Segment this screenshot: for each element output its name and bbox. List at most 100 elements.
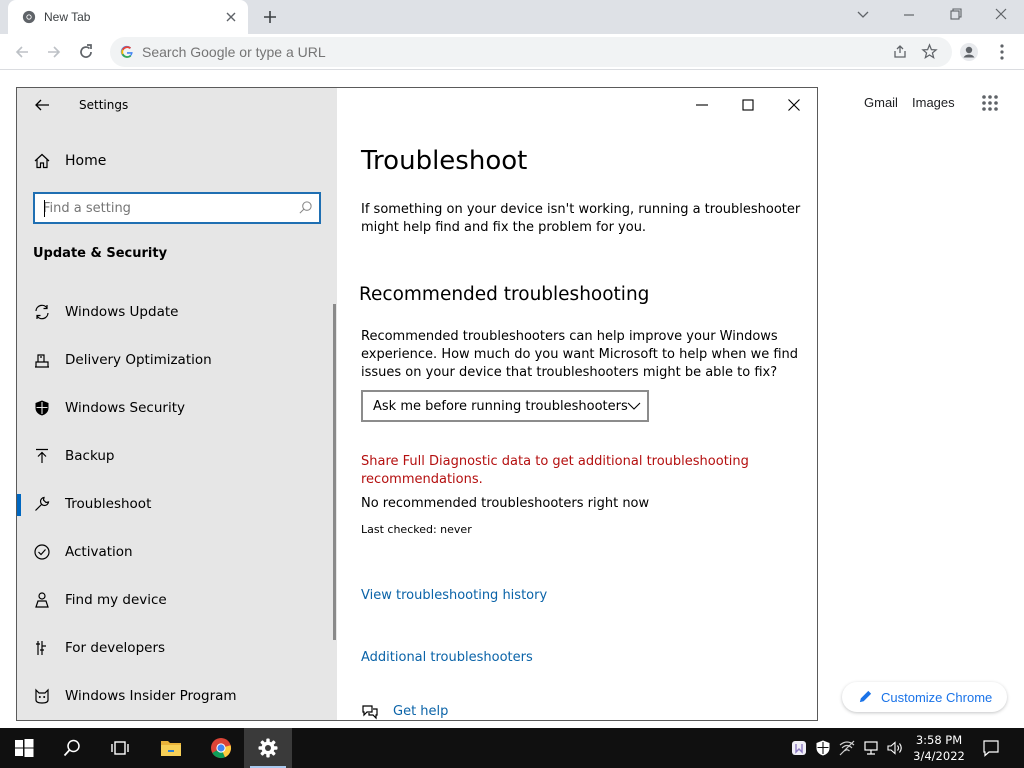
find-setting-input[interactable]	[43, 199, 283, 217]
troubleshoot-preference-dropdown[interactable]: Ask me before running troubleshooters	[361, 390, 649, 422]
settings-taskbar-button[interactable]	[244, 728, 292, 768]
network-icon[interactable]	[862, 739, 880, 757]
find-setting-search-box[interactable]	[33, 192, 321, 224]
tray-app-icon[interactable]	[790, 739, 808, 757]
restore-icon[interactable]	[944, 6, 966, 24]
selection-indicator	[17, 494, 21, 516]
dropdown-selected-value: Ask me before running troubleshooters	[373, 399, 628, 414]
insider-cat-icon	[35, 688, 49, 704]
chevron-down-icon	[627, 402, 641, 410]
folder-icon	[161, 741, 181, 756]
volume-icon[interactable]	[886, 739, 904, 757]
sidebar-item-label: For developers	[65, 640, 166, 656]
minimize-icon[interactable]	[693, 96, 711, 114]
additional-troubleshooters-link[interactable]: Additional troubleshooters	[361, 650, 533, 665]
taskbar-search-button[interactable]	[48, 728, 96, 768]
sidebar-item-windows-update[interactable]: Windows Update	[17, 293, 333, 333]
delivery-icon	[35, 354, 49, 368]
sidebar-item-label: Activation	[65, 544, 133, 560]
settings-window: Settings Home Update & Security	[16, 87, 818, 721]
app-title: Settings	[79, 98, 129, 112]
network-disabled-icon[interactable]	[838, 739, 856, 757]
sidebar-item-windows-security[interactable]: Windows Security	[17, 389, 333, 429]
sidebar-item-label: Windows Update	[65, 304, 179, 320]
forward-arrow-icon[interactable]	[44, 42, 64, 62]
windows-taskbar: 3:58 PM 3/4/2022	[0, 728, 1024, 768]
omnibox-input[interactable]	[142, 42, 862, 62]
notification-center-icon[interactable]	[982, 739, 1000, 757]
start-button[interactable]	[0, 728, 48, 768]
check-circle-icon	[34, 544, 50, 560]
chrome-menu-icon[interactable]	[992, 42, 1012, 62]
share-icon[interactable]	[892, 44, 908, 60]
profile-avatar-icon[interactable]	[959, 42, 979, 62]
home-icon	[34, 153, 50, 169]
back-arrow-icon[interactable]	[12, 42, 32, 62]
sidebar-item-label: Windows Insider Program	[65, 688, 237, 704]
gmail-link[interactable]: Gmail	[864, 95, 898, 110]
close-icon[interactable]	[785, 96, 803, 114]
sidebar-item-label: Backup	[65, 448, 115, 464]
sidebar-item-troubleshoot[interactable]: Troubleshoot	[17, 485, 333, 525]
reload-icon[interactable]	[76, 42, 96, 62]
tab-title: New Tab	[44, 10, 91, 24]
maximize-icon[interactable]	[739, 96, 757, 114]
omnibox[interactable]	[110, 37, 952, 67]
sidebar-item-label: Delivery Optimization	[65, 352, 212, 368]
google-apps-grid-icon[interactable]	[981, 94, 999, 112]
chrome-logo-icon	[211, 738, 232, 759]
images-link[interactable]: Images	[912, 95, 955, 110]
page-title: Troubleshoot	[361, 146, 528, 176]
backup-arrow-icon	[36, 448, 48, 463]
shield-icon	[35, 400, 49, 416]
file-explorer-button[interactable]	[146, 728, 194, 768]
sidebar-item-label: Find my device	[65, 592, 167, 608]
google-g-icon	[120, 45, 133, 58]
diagnostic-data-warning[interactable]: Share Full Diagnostic data to get additi…	[361, 453, 801, 489]
home-label: Home	[65, 153, 107, 169]
wrench-icon	[35, 496, 50, 511]
chrome-favicon-icon	[22, 10, 36, 24]
intro-text: If something on your device isn't workin…	[361, 202, 801, 235]
search-icon[interactable]	[298, 200, 313, 215]
security-shield-icon[interactable]	[814, 739, 832, 757]
browser-toolbar	[0, 34, 1024, 70]
text-caret	[44, 200, 45, 217]
person-location-icon	[35, 592, 49, 608]
sidebar-item-backup[interactable]: Backup	[17, 437, 333, 477]
back-arrow-icon[interactable]	[33, 96, 51, 114]
sidebar-scrollbar[interactable]	[333, 304, 336, 640]
windows-logo-icon	[15, 739, 34, 757]
settings-sidebar: Settings Home Update & Security	[17, 88, 337, 720]
view-history-link[interactable]: View troubleshooting history	[361, 588, 547, 603]
sidebar-item-for-developers[interactable]: For developers	[17, 629, 333, 669]
sync-icon	[35, 304, 49, 320]
minimize-icon[interactable]	[898, 6, 920, 24]
sidebar-item-find-my-device[interactable]: Find my device	[17, 581, 333, 621]
sidebar-item-delivery-optimization[interactable]: Delivery Optimization	[17, 341, 333, 381]
bookmark-star-icon[interactable]	[921, 43, 938, 60]
settings-main-pane: Troubleshoot If something on your device…	[337, 88, 817, 720]
taskbar-clock[interactable]: 3:58 PM 3/4/2022	[910, 732, 968, 764]
task-view-icon	[111, 741, 129, 755]
home-nav-item[interactable]: Home	[33, 152, 313, 174]
get-help-link[interactable]: Get help	[393, 704, 448, 719]
sidebar-item-label: Troubleshoot	[65, 496, 152, 512]
new-tab-plus-icon[interactable]	[261, 8, 279, 26]
tab-close-icon[interactable]	[222, 8, 240, 26]
section-title: Update & Security	[33, 246, 168, 261]
customize-chrome-label: Customize Chrome	[881, 690, 993, 705]
task-view-button[interactable]	[96, 728, 144, 768]
customize-chrome-button[interactable]: Customize Chrome	[842, 682, 1007, 712]
recommended-heading: Recommended troubleshooting	[359, 284, 650, 305]
clock-time: 3:58 PM	[915, 733, 963, 747]
close-window-icon[interactable]	[990, 6, 1012, 24]
sidebar-item-label: Windows Security	[65, 400, 185, 416]
tab-search-chevron-icon[interactable]	[852, 6, 874, 24]
sidebar-item-activation[interactable]: Activation	[17, 533, 333, 573]
chrome-taskbar-button[interactable]	[196, 728, 244, 768]
gear-icon	[258, 738, 278, 758]
chrome-tab-strip: New Tab	[0, 0, 1024, 34]
browser-tab[interactable]: New Tab	[8, 0, 248, 34]
sidebar-item-windows-insider-program[interactable]: Windows Insider Program	[17, 677, 333, 717]
